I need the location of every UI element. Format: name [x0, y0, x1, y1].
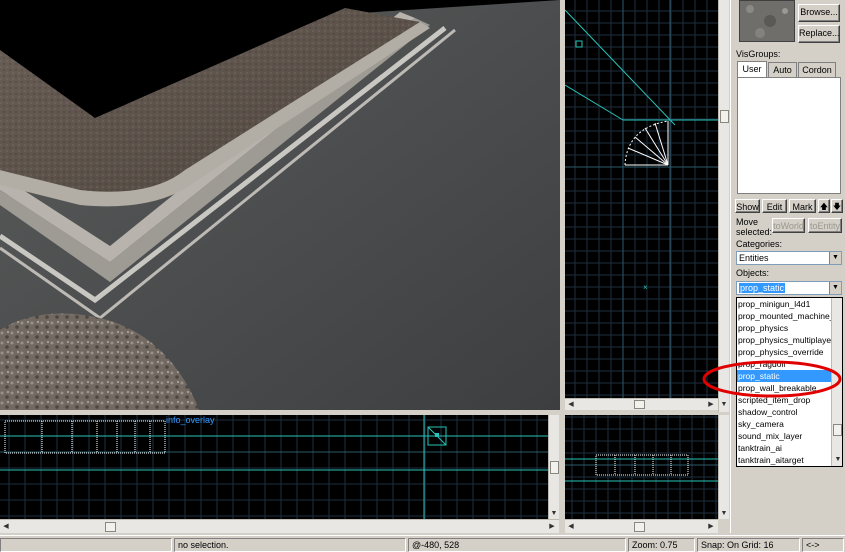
- scroll-left-arrow[interactable]: ◀: [566, 522, 576, 532]
- status-selection: no selection.: [174, 538, 406, 552]
- scroll-right-arrow[interactable]: ▶: [706, 522, 716, 532]
- front-view-hscrollbar[interactable]: ◀ ▶: [0, 519, 559, 533]
- status-arrows: <->: [802, 538, 844, 552]
- chevron-down-icon[interactable]: ▼: [829, 282, 841, 294]
- list-item[interactable]: prop_physics_override: [737, 346, 831, 358]
- top-view-vscrollbar[interactable]: ▼: [718, 0, 729, 412]
- edit-button[interactable]: Edit: [762, 199, 787, 213]
- status-bar: no selection. @-480, 528 Zoom: 0.75 Snap…: [0, 535, 845, 552]
- side-view-viewport[interactable]: [565, 415, 718, 519]
- scroll-right-arrow[interactable]: ▶: [547, 522, 557, 532]
- tab-cordon[interactable]: Cordon: [798, 62, 836, 77]
- mark-button[interactable]: Mark: [789, 199, 816, 213]
- side-view-grid: [565, 415, 718, 519]
- list-item[interactable]: sky_camera: [737, 418, 831, 430]
- scroll-down-arrow[interactable]: ▼: [719, 400, 729, 410]
- scroll-right-arrow[interactable]: ▶: [706, 400, 716, 410]
- entity-label: info_overlay: [166, 415, 215, 425]
- status-coords: @-480, 528: [408, 538, 626, 552]
- scroll-down-arrow[interactable]: ▼: [833, 455, 842, 465]
- texture-preview-image: [740, 1, 794, 41]
- browse-button[interactable]: Browse...: [798, 4, 840, 22]
- toworld-button[interactable]: toWorld: [772, 218, 805, 233]
- scroll-down-arrow[interactable]: ▼: [719, 509, 729, 519]
- visgroups-label: VisGroups:: [736, 49, 781, 59]
- list-item[interactable]: prop_mounted_machine_g: [737, 310, 831, 322]
- list-item[interactable]: sound_mix_layer: [737, 430, 831, 442]
- highlight-ellipse: [702, 360, 842, 398]
- categories-dropdown[interactable]: Entities ▼: [736, 251, 842, 265]
- objects-dropdown[interactable]: prop_static ▼: [736, 281, 842, 295]
- top-view-hscrollbar[interactable]: ◀ ▶: [565, 398, 718, 410]
- list-item[interactable]: tanktrain_ai: [737, 442, 831, 454]
- visgroups-list[interactable]: [737, 77, 841, 194]
- move-selected-label: Move selected:: [736, 217, 773, 237]
- objects-label: Objects:: [736, 268, 770, 278]
- objects-value: prop_static: [739, 283, 786, 293]
- top-view-grid: ×: [565, 0, 718, 398]
- replace-button[interactable]: Replace...: [798, 25, 840, 43]
- scroll-left-arrow[interactable]: ◀: [1, 522, 11, 532]
- vscroll-thumb[interactable]: [550, 461, 559, 474]
- categories-value: Entities: [739, 253, 769, 263]
- side-view-vscrollbar[interactable]: ▼: [718, 415, 729, 519]
- tab-auto[interactable]: Auto: [768, 62, 797, 77]
- list-item[interactable]: prop_physics_multiplayer: [737, 334, 831, 346]
- hscroll-thumb[interactable]: [634, 400, 645, 409]
- chevron-down-icon[interactable]: ▼: [829, 252, 841, 264]
- categories-label: Categories:: [736, 239, 783, 249]
- status-snap: Snap: On Grid: 16: [697, 538, 800, 552]
- scroll-down-arrow[interactable]: ▼: [549, 509, 559, 519]
- tab-user[interactable]: User: [737, 61, 767, 77]
- list-item[interactable]: prop_physics: [737, 322, 831, 334]
- status-empty: [0, 538, 172, 552]
- move-down-button[interactable]: 🡇: [831, 199, 843, 213]
- list-item[interactable]: shadow_control: [737, 406, 831, 418]
- texture-preview: [739, 0, 795, 42]
- front-view-grid: [0, 415, 548, 519]
- 3d-scene: [0, 0, 560, 412]
- list-item[interactable]: prop_minigun_l4d1: [737, 298, 831, 310]
- list-scroll-thumb[interactable]: [833, 424, 842, 436]
- show-button[interactable]: Show: [735, 199, 760, 213]
- front-view-viewport[interactable]: info_overlay: [0, 415, 548, 519]
- move-up-button[interactable]: 🡅: [818, 199, 830, 213]
- svg-text:×: ×: [643, 283, 648, 292]
- hscroll-thumb[interactable]: [105, 522, 116, 532]
- vscroll-thumb[interactable]: [720, 110, 729, 123]
- hscroll-thumb[interactable]: [634, 522, 645, 532]
- front-view-vscrollbar[interactable]: ▼: [548, 415, 559, 519]
- top-view-viewport[interactable]: ×: [565, 0, 718, 398]
- side-view-hscrollbar[interactable]: ◀ ▶: [565, 519, 718, 533]
- status-zoom: Zoom: 0.75: [628, 538, 695, 552]
- toentity-button[interactable]: toEntity: [808, 218, 842, 233]
- list-item[interactable]: tanktrain_aitarget: [737, 454, 831, 466]
- scroll-left-arrow[interactable]: ◀: [566, 400, 576, 410]
- 3d-viewport[interactable]: [0, 0, 560, 412]
